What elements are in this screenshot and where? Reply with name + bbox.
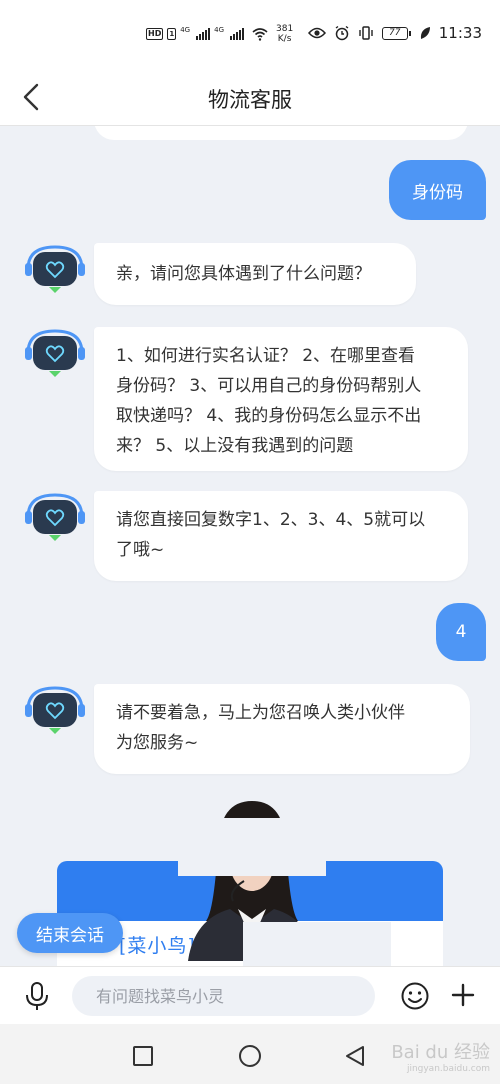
page-title: 物流客服 xyxy=(208,88,292,112)
signal-icon-2 xyxy=(230,28,244,40)
battery-level: 77 xyxy=(381,26,408,40)
network-speed-value: 381 xyxy=(276,24,294,34)
user-message: 身份码 xyxy=(389,160,486,220)
back-triangle-icon[interactable] xyxy=(343,1044,367,1068)
chat-area[interactable]: 身份码 亲，请问您具体遇到了什么问题？ 1、如何进行实名认证？ 2、在哪里查看 … xyxy=(0,126,500,966)
status-left: HD 1 4G 4G 381 K/s xyxy=(146,24,293,44)
bot-message: 1、如何进行实名认证？ 2、在哪里查看 身份码？ 3、可以用自己的身份码帮别人 … xyxy=(94,327,468,471)
battery-icon: 77 xyxy=(381,26,411,40)
network-type-1: 4G xyxy=(180,25,191,34)
recents-square-icon[interactable] xyxy=(131,1044,155,1068)
leaf-icon xyxy=(420,27,430,39)
bot-message-line: 来？ 5、以上没有我遇到的问题 xyxy=(116,436,354,456)
smiley-icon[interactable] xyxy=(400,981,430,1011)
redaction-block xyxy=(178,818,326,876)
bot-message: 请不要着急，马上为您召唤人类小伙伴 为您服务~ xyxy=(94,684,470,774)
user-message: 4 xyxy=(436,603,486,661)
system-nav-bar: Bai du 经验 jingyan.baidu.com xyxy=(0,1024,500,1084)
status-bar: HD 1 4G 4G 381 K/s 77 11:33 xyxy=(0,0,500,70)
user-message-text: 4 xyxy=(455,622,467,642)
previous-message-bubble xyxy=(94,126,468,140)
sim-icon: 1 xyxy=(167,28,177,40)
user-message-text: 身份码 xyxy=(412,182,463,203)
alarm-icon xyxy=(335,25,349,41)
input-bar xyxy=(0,966,500,1024)
bot-message-line: 请您直接回复数字1、2、3、4、5就可以 xyxy=(116,510,426,530)
bot-avatar-robot-headset-icon xyxy=(25,329,85,377)
bot-message-line: 为您服务~ xyxy=(116,733,199,753)
watermark-text: Bai du 经验 xyxy=(391,1042,490,1063)
network-speed-unit: K/s xyxy=(277,34,292,44)
bot-message: 请您直接回复数字1、2、3、4、5就可以 了哦~ xyxy=(94,491,468,581)
nav-bar: 物流客服 xyxy=(0,70,500,126)
wifi-icon xyxy=(252,28,268,41)
home-circle-icon[interactable] xyxy=(238,1044,262,1068)
watermark: Bai du 经验 jingyan.baidu.com xyxy=(391,1038,490,1074)
bot-message-line: 亲，请问您具体遇到了什么问题？ xyxy=(116,264,371,284)
bot-message-line: 1、如何进行实名认证？ 2、在哪里查看 xyxy=(116,346,416,366)
bot-message-line: 身份码？ 3、可以用自己的身份码帮别人 xyxy=(116,376,422,396)
network-type-2: 4G xyxy=(214,25,224,34)
plus-icon[interactable] xyxy=(450,982,476,1008)
end-session-button[interactable]: 结束会话 xyxy=(17,913,123,953)
watermark-sub: jingyan.baidu.com xyxy=(406,1064,490,1074)
microphone-icon[interactable] xyxy=(24,981,50,1011)
vibrate-icon xyxy=(359,26,373,40)
status-right: 77 11:33 xyxy=(307,24,482,42)
bot-avatar-robot-headset-icon xyxy=(25,493,85,541)
hd-icon: HD xyxy=(146,28,164,40)
eye-icon xyxy=(307,27,326,39)
message-input[interactable] xyxy=(72,976,375,1016)
bot-message-line: 取快递吗？ 4、我的身份码怎么显示不出 xyxy=(116,406,422,426)
bot-avatar-robot-headset-icon xyxy=(25,245,85,293)
bot-message: 亲，请问您具体遇到了什么问题？ xyxy=(94,243,416,305)
redaction-block xyxy=(243,922,391,966)
signal-icon-1 xyxy=(196,28,211,40)
bot-avatar-robot-headset-icon xyxy=(25,686,85,734)
bot-message-line: 请不要着急，马上为您召唤人类小伙伴 xyxy=(116,703,405,723)
network-speed: 381 K/s xyxy=(276,24,293,44)
clock: 11:33 xyxy=(438,24,482,42)
bot-message-line: 了哦~ xyxy=(116,540,165,560)
